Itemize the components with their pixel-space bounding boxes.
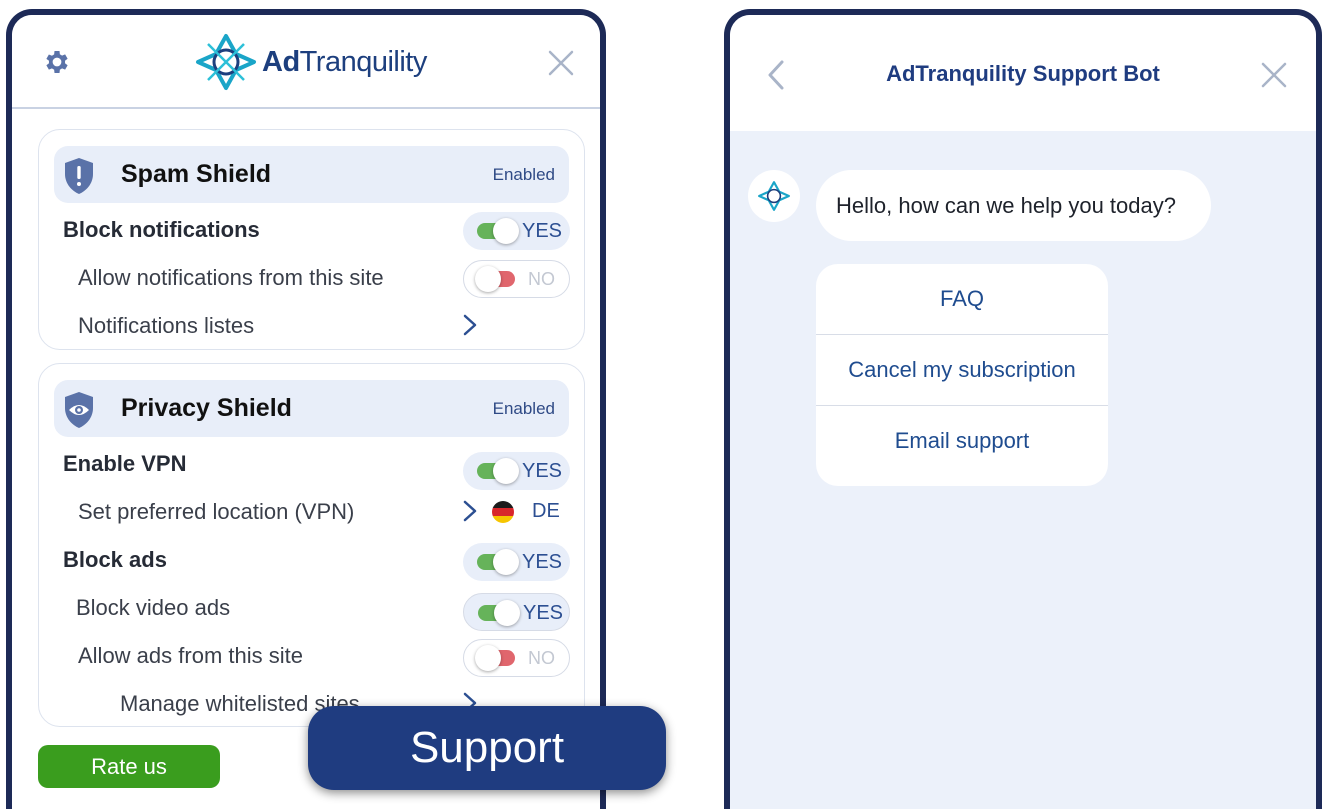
- quick-reply-options: FAQ Cancel my subscription Email support: [816, 264, 1108, 486]
- country-code: DE: [532, 500, 560, 522]
- chat-header: AdTranquility Support Bot: [730, 15, 1316, 131]
- chat-title: AdTranquility Support Bot: [886, 61, 1160, 86]
- preferred-location-label[interactable]: Set preferred location (VPN): [78, 499, 354, 525]
- privacy-shield-card: Privacy Shield Enabled Enable VPN YES Se…: [38, 363, 585, 727]
- germany-flag-icon: [492, 501, 514, 523]
- spam-shield-header[interactable]: Spam Shield Enabled: [54, 146, 569, 203]
- enable-vpn-toggle[interactable]: YES: [463, 452, 570, 490]
- close-icon[interactable]: [1261, 62, 1287, 88]
- support-chat-panel: AdTranquility Support Bot Hello, how can…: [724, 9, 1322, 809]
- extension-popup: AdTranquility Spam Shield Enabled Block …: [6, 9, 606, 809]
- notifications-list-label[interactable]: Notifications listes: [78, 313, 254, 339]
- chevron-right-icon[interactable]: [462, 314, 478, 336]
- block-video-ads-toggle[interactable]: YES: [463, 593, 570, 631]
- toggle-knob: [475, 645, 501, 671]
- rate-us-button[interactable]: Rate us: [38, 745, 220, 788]
- block-notifications-toggle[interactable]: YES: [463, 212, 570, 250]
- option-faq[interactable]: FAQ: [816, 264, 1108, 335]
- toggle-knob: [493, 549, 519, 575]
- enable-vpn-label: Enable VPN: [63, 451, 187, 476]
- close-icon[interactable]: [548, 50, 574, 76]
- toggle-knob: [475, 266, 501, 292]
- chevron-right-icon[interactable]: [462, 500, 478, 522]
- toggle-state: YES: [522, 551, 563, 573]
- toggle-state: NO: [528, 648, 555, 668]
- logo-icon: [758, 181, 790, 211]
- brand-name: AdTranquility: [262, 45, 427, 78]
- toggle-state: NO: [528, 269, 555, 289]
- privacy-shield-header[interactable]: Privacy Shield Enabled: [54, 380, 569, 437]
- logo-icon: [196, 34, 256, 90]
- block-notifications-label: Block notifications: [63, 217, 260, 242]
- gear-icon[interactable]: [42, 47, 72, 77]
- block-video-ads-label: Block video ads: [76, 595, 231, 620]
- shield-alert-icon: [65, 158, 93, 194]
- shield-eye-icon: [65, 392, 93, 428]
- toggle-knob: [494, 600, 520, 626]
- spam-shield-title: Spam Shield: [121, 160, 272, 188]
- popup-header: AdTranquility: [12, 15, 600, 109]
- toggle-knob: [493, 458, 519, 484]
- allow-ads-label: Allow ads from this site: [78, 643, 303, 668]
- toggle-knob: [493, 218, 519, 244]
- block-ads-toggle[interactable]: YES: [463, 543, 570, 581]
- allow-ads-toggle[interactable]: NO: [463, 639, 570, 677]
- toggle-state: YES: [522, 460, 563, 482]
- allow-notifications-toggle[interactable]: NO: [463, 260, 570, 298]
- privacy-shield-title: Privacy Shield: [121, 394, 292, 422]
- support-button[interactable]: Support: [308, 706, 666, 790]
- brand-logo: AdTranquility: [194, 32, 427, 92]
- allow-notifications-label: Allow notifications from this site: [78, 265, 384, 290]
- bot-avatar-icon: [748, 170, 800, 222]
- spam-shield-card: Spam Shield Enabled Block notifications …: [38, 129, 585, 350]
- privacy-shield-status: Enabled: [492, 399, 555, 418]
- option-email-support[interactable]: Email support: [816, 406, 1108, 476]
- toggle-state: YES: [523, 602, 564, 624]
- toggle-state: YES: [522, 220, 563, 242]
- bot-message: Hello, how can we help you today?: [816, 170, 1211, 241]
- option-cancel-subscription[interactable]: Cancel my subscription: [816, 335, 1108, 406]
- spam-shield-status: Enabled: [492, 165, 555, 184]
- block-ads-label: Block ads: [63, 547, 167, 572]
